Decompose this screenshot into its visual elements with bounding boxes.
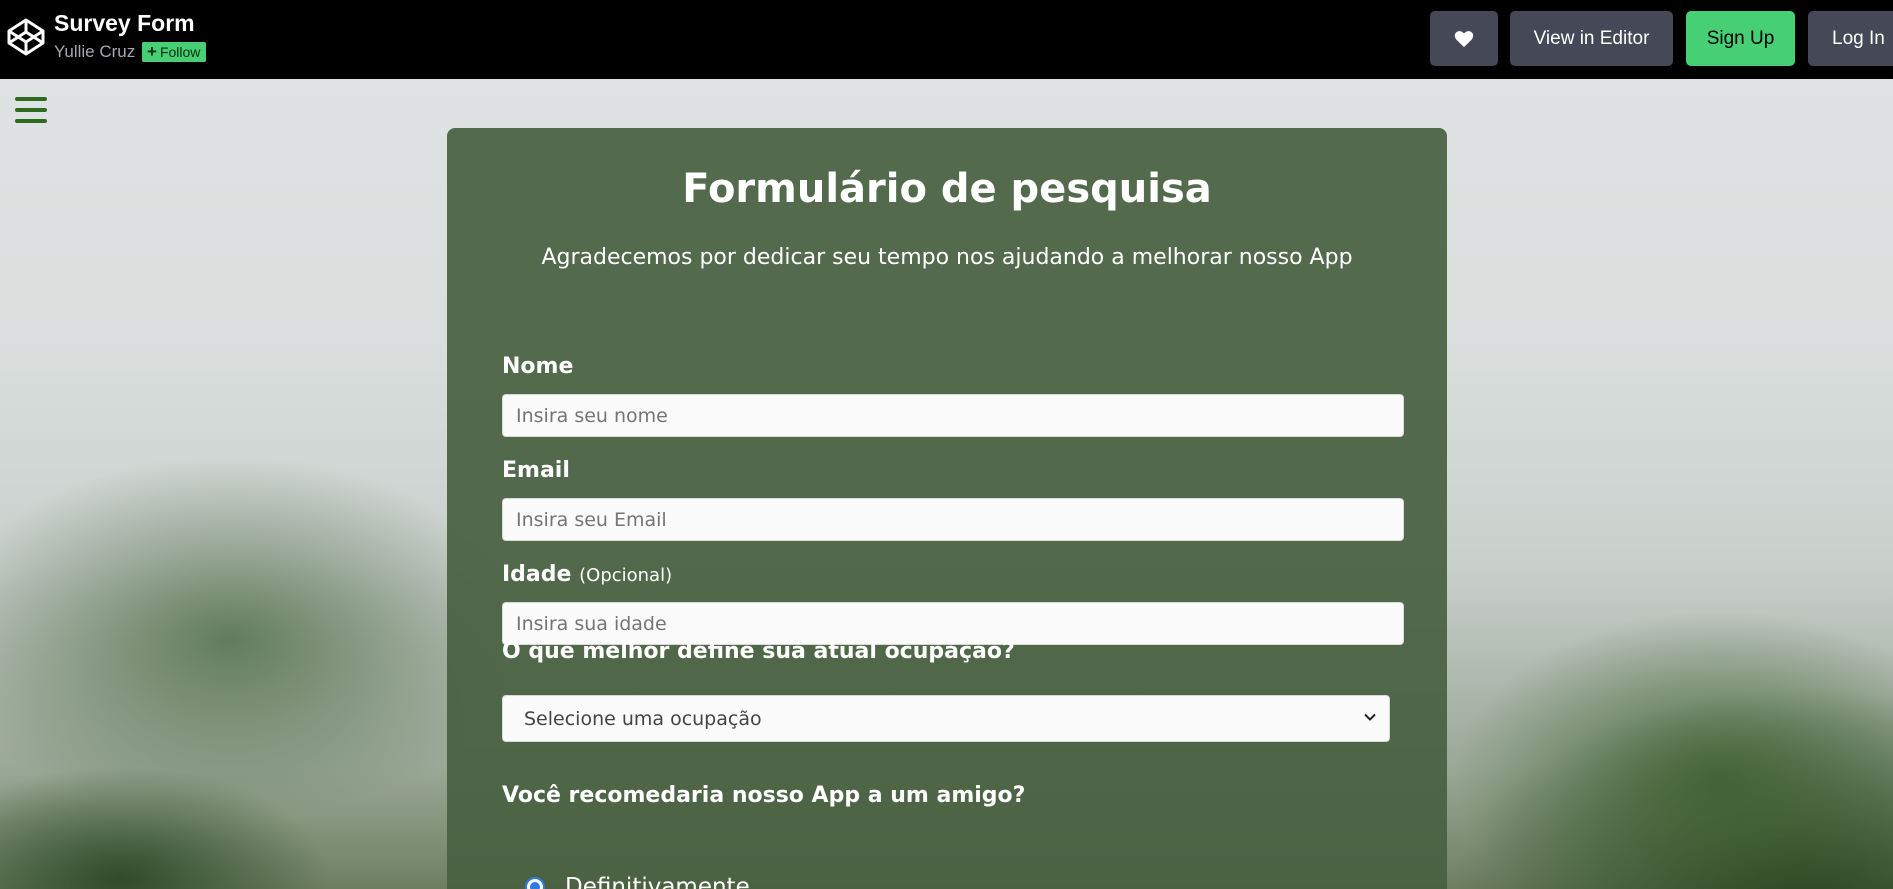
name-label: Nome (502, 354, 574, 379)
age-optional-hint: (Opcional) (579, 565, 673, 586)
love-button[interactable] (1430, 11, 1498, 66)
radio-label: Definitivamente (565, 874, 750, 889)
recommend-question: Você recomedaria nosso App a um amigo? (502, 783, 1026, 808)
radio-button[interactable] (525, 877, 545, 889)
follow-button[interactable]: + Follow (142, 42, 207, 62)
occupation-question: O que melhor define sua atual ocupação? (502, 639, 1015, 664)
hamburger-menu-icon[interactable] (15, 97, 47, 123)
page-background: Formulário de pesquisa Agradecemos por d… (0, 79, 1893, 889)
survey-form-card: Formulário de pesquisa Agradecemos por d… (447, 128, 1447, 889)
sign-up-button[interactable]: Sign Up (1686, 11, 1795, 66)
email-input[interactable] (502, 498, 1404, 541)
occupation-select[interactable]: Selecione uma ocupação (502, 695, 1390, 742)
heart-icon (1454, 30, 1474, 47)
name-input[interactable] (502, 394, 1404, 437)
follow-label: Follow (159, 44, 201, 60)
pen-title: Survey Form (54, 10, 195, 36)
view-in-editor-button[interactable]: View in Editor (1510, 11, 1673, 66)
codepen-logo-icon[interactable] (6, 17, 46, 57)
plus-icon: + (147, 42, 157, 61)
top-bar: Survey Form Yullie Cruz + Follow View in… (0, 0, 1893, 79)
chevron-down-icon (1364, 713, 1376, 721)
age-label: Idade (Opcional) (502, 562, 672, 587)
email-label: Email (502, 458, 570, 483)
form-description: Agradecemos por dedicar seu tempo nos aj… (541, 245, 1353, 270)
recommend-option-definitely[interactable]: Definitivamente (525, 874, 750, 889)
age-label-text: Idade (502, 562, 572, 587)
log-in-button[interactable]: Log In (1808, 11, 1893, 66)
pen-author-link[interactable]: Yullie Cruz (54, 42, 135, 62)
occupation-selected-value: Selecione uma ocupação (524, 707, 762, 730)
form-title: Formulário de pesquisa (682, 166, 1212, 212)
